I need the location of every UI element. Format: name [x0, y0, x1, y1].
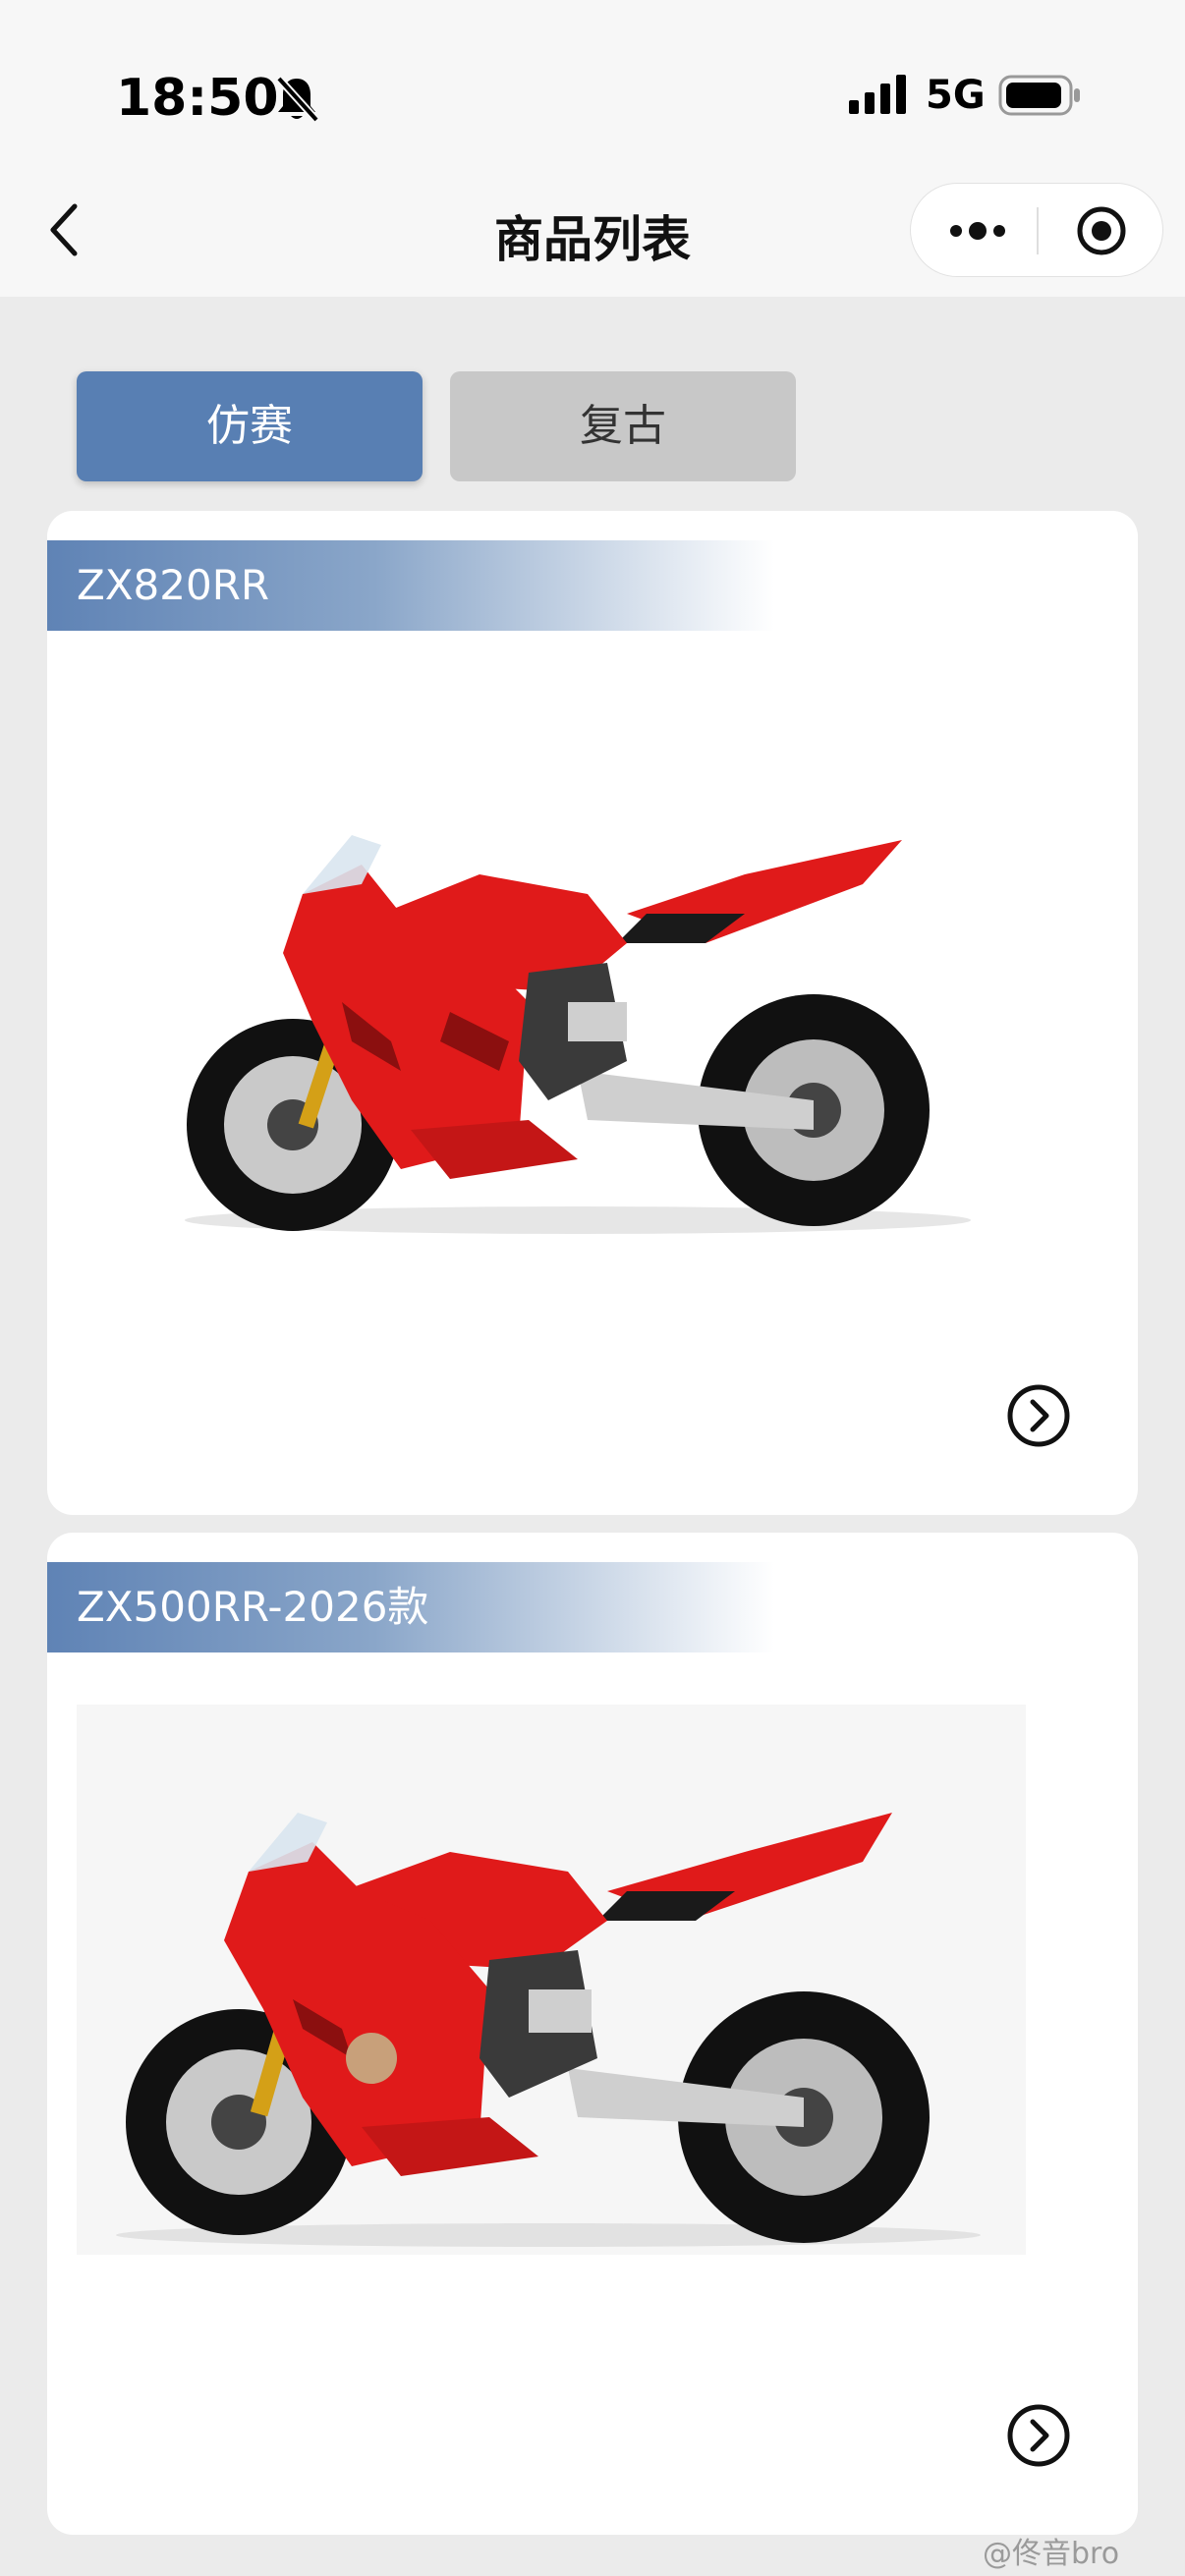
- more-icon[interactable]: [948, 217, 1007, 245]
- product-image: [185, 835, 971, 1234]
- tab-retro[interactable]: 复古: [450, 371, 796, 481]
- network-type: 5G: [926, 73, 986, 118]
- chevron-right-circle-icon[interactable]: [1006, 1383, 1071, 1448]
- bell-muted-icon: [276, 76, 319, 123]
- watermark: @佟音bro: [983, 2537, 1120, 2571]
- product-title-bar: ZX820RR: [47, 540, 774, 631]
- close-target-icon[interactable]: [1076, 205, 1127, 256]
- product-card[interactable]: ZX500RR-2026款: [47, 1533, 1138, 2535]
- product-name: ZX820RR: [77, 561, 270, 609]
- status-time: 18:50: [116, 69, 279, 128]
- tab-sport[interactable]: 仿赛: [77, 371, 423, 481]
- chevron-right-circle-icon[interactable]: [1006, 2403, 1071, 2468]
- signal-icon: [849, 75, 906, 114]
- product-name: ZX500RR-2026款: [77, 1583, 429, 1631]
- battery-icon: [998, 75, 1080, 116]
- mini-program-capsule: [910, 183, 1163, 277]
- product-card[interactable]: ZX820RR: [47, 511, 1138, 1515]
- product-image: [77, 1705, 1026, 2255]
- capsule-divider: [1037, 207, 1039, 254]
- product-title-bar: ZX500RR-2026款: [47, 1562, 774, 1652]
